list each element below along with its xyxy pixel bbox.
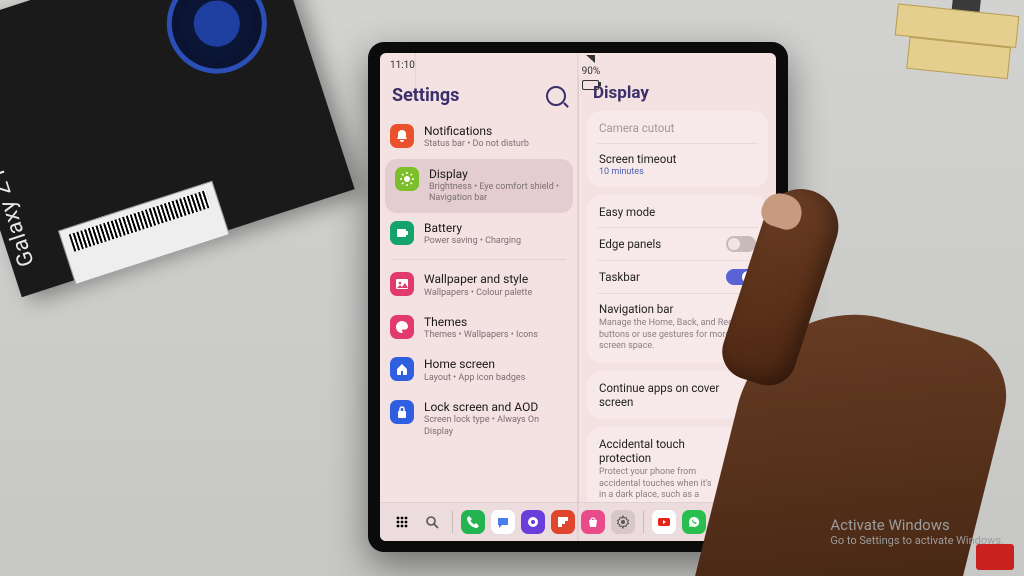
settings-category-lock-screen-and-aod[interactable]: Lock screen and AODScreen lock type • Al… bbox=[380, 392, 578, 446]
settings-category-themes[interactable]: ThemesThemes • Wallpapers • Icons bbox=[380, 307, 578, 350]
dock-phone-icon[interactable] bbox=[461, 510, 485, 534]
category-title: Themes bbox=[424, 315, 538, 329]
category-subtitle: Power saving • Charging bbox=[424, 236, 521, 247]
dock-settings-icon[interactable] bbox=[611, 510, 635, 534]
dock-messages-icon[interactable] bbox=[491, 510, 515, 534]
home-icon bbox=[390, 357, 414, 381]
dock-whatsapp-icon[interactable] bbox=[682, 510, 706, 534]
row-easy-mode[interactable]: Easy mode bbox=[587, 197, 768, 227]
barcode-sticker bbox=[58, 181, 230, 285]
settings-title: Settings bbox=[392, 85, 459, 106]
detail-title: Display bbox=[579, 79, 776, 111]
row-accidental-touch[interactable]: Accidental touch protection Protect your… bbox=[587, 429, 768, 502]
foldable-phone: 11:10 90% Settings NotificationsStatus b… bbox=[368, 42, 788, 552]
status-bar: 11:10 90% bbox=[380, 53, 776, 75]
category-title: Home screen bbox=[424, 357, 525, 371]
dock-apps-icon[interactable] bbox=[390, 510, 414, 534]
product-box: Galaxy Z Fold6 bbox=[0, 0, 355, 297]
row-navigation-bar[interactable]: Navigation bar Manage the Home, Back, an… bbox=[587, 294, 768, 361]
bell-icon bbox=[390, 124, 414, 148]
batt-icon bbox=[390, 221, 414, 245]
dock-finder-icon[interactable] bbox=[420, 510, 444, 534]
category-title: Display bbox=[429, 167, 563, 181]
wooden-object bbox=[879, 0, 1024, 108]
category-title: Notifications bbox=[424, 124, 529, 138]
toggle-edge-panels[interactable] bbox=[726, 236, 756, 252]
row-taskbar[interactable]: Taskbar bbox=[587, 261, 768, 293]
settings-category-display[interactable]: DisplayBrightness • Eye comfort shield •… bbox=[385, 159, 573, 213]
dock-flipboard-icon[interactable] bbox=[551, 510, 575, 534]
palette-icon bbox=[390, 315, 414, 339]
row-camera-cutout[interactable]: Camera cutout bbox=[587, 113, 768, 143]
settings-category-wallpaper-and-style[interactable]: Wallpaper and style Wallpapers • Colour p… bbox=[380, 264, 578, 307]
display-detail-pane: Display Camera cutout Screen timeout 10 … bbox=[578, 75, 776, 502]
row-continue-apps[interactable]: Continue apps on cover screen bbox=[587, 373, 768, 417]
sun-icon bbox=[395, 167, 419, 191]
dock-bixby-icon[interactable] bbox=[521, 510, 545, 534]
category-title: Lock screen and AOD bbox=[424, 400, 568, 414]
row-screen-timeout[interactable]: Screen timeout 10 minutes bbox=[587, 144, 768, 185]
category-title: Battery bbox=[424, 221, 521, 235]
category-subtitle: Wallpapers • Colour palette bbox=[424, 288, 532, 299]
dock-galaxy-store-icon[interactable] bbox=[581, 510, 605, 534]
image-icon bbox=[390, 272, 414, 296]
toggle-taskbar[interactable] bbox=[726, 269, 756, 285]
category-subtitle: Layout • App icon badges bbox=[424, 373, 525, 384]
taskbar-dock bbox=[380, 502, 776, 541]
category-subtitle: Themes • Wallpapers • Icons bbox=[424, 330, 538, 341]
samsung-logo-badge bbox=[154, 0, 280, 87]
settings-pane: Settings NotificationsStatus bar • Do no… bbox=[380, 75, 578, 502]
category-subtitle: Screen lock type • Always On Display bbox=[424, 415, 568, 438]
row-edge-panels[interactable]: Edge panels bbox=[587, 228, 768, 260]
search-icon[interactable] bbox=[546, 86, 566, 106]
signal-icon bbox=[586, 55, 595, 63]
battery-icon bbox=[582, 80, 599, 90]
category-title: Wallpaper and style bbox=[424, 272, 532, 286]
lock-icon bbox=[390, 400, 414, 424]
dock-youtube-icon[interactable] bbox=[652, 510, 676, 534]
settings-category-notifications[interactable]: NotificationsStatus bar • Do not disturb bbox=[380, 116, 578, 159]
category-subtitle: Status bar • Do not disturb bbox=[424, 139, 529, 150]
category-subtitle: Brightness • Eye comfort shield • Naviga… bbox=[429, 182, 563, 205]
toggle-accidental-touch[interactable] bbox=[726, 467, 756, 483]
product-box-label: Galaxy Z Fold6 bbox=[0, 118, 40, 270]
red-label bbox=[976, 544, 1014, 570]
settings-category-battery[interactable]: BatteryPower saving • Charging bbox=[380, 213, 578, 256]
status-time: 11:10 bbox=[390, 60, 415, 71]
settings-category-home-screen[interactable]: Home screen Layout • App icon badges bbox=[380, 349, 578, 392]
